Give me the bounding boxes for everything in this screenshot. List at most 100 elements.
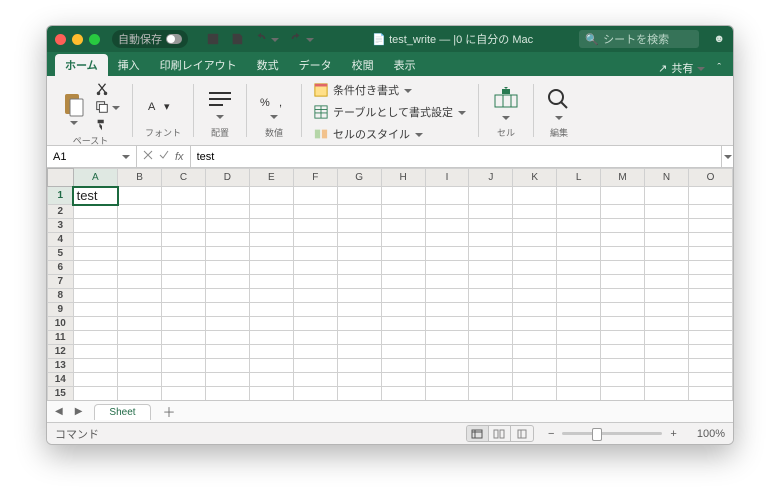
- cell[interactable]: [469, 219, 513, 233]
- tab-insert[interactable]: 挿入: [108, 54, 150, 76]
- cell[interactable]: [557, 373, 601, 387]
- col-header[interactable]: A: [73, 169, 118, 187]
- cell[interactable]: [557, 345, 601, 359]
- cell[interactable]: [205, 247, 249, 261]
- cell[interactable]: [249, 289, 293, 303]
- cell[interactable]: [645, 387, 689, 401]
- cell[interactable]: [557, 205, 601, 219]
- cell[interactable]: [381, 219, 425, 233]
- cell[interactable]: [337, 247, 381, 261]
- cell[interactable]: [557, 187, 601, 205]
- cell[interactable]: [381, 303, 425, 317]
- cell[interactable]: [469, 261, 513, 275]
- cell[interactable]: [381, 359, 425, 373]
- cell[interactable]: [381, 247, 425, 261]
- cell[interactable]: [118, 289, 162, 303]
- cell[interactable]: [337, 303, 381, 317]
- cell[interactable]: test: [73, 187, 118, 205]
- cell[interactable]: [162, 247, 206, 261]
- cell[interactable]: [513, 359, 557, 373]
- cell[interactable]: [73, 289, 118, 303]
- cell[interactable]: [645, 373, 689, 387]
- cell[interactable]: [205, 187, 249, 205]
- cell[interactable]: [73, 261, 118, 275]
- cancel-icon[interactable]: [143, 150, 153, 163]
- minimize-window-button[interactable]: [72, 34, 83, 45]
- fx-icon[interactable]: fx: [175, 151, 184, 163]
- cell[interactable]: [513, 387, 557, 401]
- cell[interactable]: [557, 247, 601, 261]
- row-header[interactable]: 4: [48, 233, 74, 247]
- cell[interactable]: [337, 205, 381, 219]
- cell[interactable]: [118, 331, 162, 345]
- cell[interactable]: [293, 187, 337, 205]
- cell[interactable]: [469, 275, 513, 289]
- row-header[interactable]: 13: [48, 359, 74, 373]
- cell[interactable]: [73, 233, 118, 247]
- cell[interactable]: [601, 289, 645, 303]
- col-header[interactable]: N: [645, 169, 689, 187]
- cell[interactable]: [425, 303, 469, 317]
- sheet-next-button[interactable]: ▶: [75, 406, 83, 417]
- cell[interactable]: [601, 247, 645, 261]
- cell[interactable]: [645, 275, 689, 289]
- cell[interactable]: [205, 205, 249, 219]
- feedback-smile-icon[interactable]: ☻: [713, 33, 725, 45]
- cell[interactable]: [162, 373, 206, 387]
- cell[interactable]: [469, 317, 513, 331]
- col-header[interactable]: H: [381, 169, 425, 187]
- col-header[interactable]: L: [557, 169, 601, 187]
- cell[interactable]: [337, 387, 381, 401]
- cell[interactable]: [337, 233, 381, 247]
- cell[interactable]: [601, 233, 645, 247]
- cell[interactable]: [118, 317, 162, 331]
- cell[interactable]: [601, 205, 645, 219]
- cell[interactable]: [162, 275, 206, 289]
- number-format-button[interactable]: %,: [259, 88, 289, 119]
- cell[interactable]: [118, 373, 162, 387]
- cell[interactable]: [688, 187, 732, 205]
- cell[interactable]: [469, 289, 513, 303]
- cell[interactable]: [425, 289, 469, 303]
- cell[interactable]: [293, 373, 337, 387]
- cell[interactable]: [118, 303, 162, 317]
- cell[interactable]: [557, 387, 601, 401]
- cell[interactable]: [205, 317, 249, 331]
- cell[interactable]: [645, 219, 689, 233]
- autosave-toggle[interactable]: 自動保存: [112, 30, 188, 48]
- cell[interactable]: [205, 289, 249, 303]
- cell[interactable]: [601, 187, 645, 205]
- cell[interactable]: [73, 359, 118, 373]
- cell[interactable]: [513, 205, 557, 219]
- cell[interactable]: [601, 219, 645, 233]
- cell[interactable]: [249, 233, 293, 247]
- search-box[interactable]: 🔍 シートを検索: [579, 30, 699, 48]
- cell[interactable]: [249, 303, 293, 317]
- cell[interactable]: [162, 303, 206, 317]
- col-header[interactable]: I: [425, 169, 469, 187]
- cell[interactable]: [337, 359, 381, 373]
- cell[interactable]: [425, 345, 469, 359]
- cell[interactable]: [688, 303, 732, 317]
- alignment-button[interactable]: [206, 88, 234, 119]
- cell[interactable]: [513, 247, 557, 261]
- cell[interactable]: [249, 219, 293, 233]
- cell[interactable]: [469, 303, 513, 317]
- cell[interactable]: [469, 345, 513, 359]
- cell[interactable]: [162, 359, 206, 373]
- cell[interactable]: [118, 261, 162, 275]
- tab-formulas[interactable]: 数式: [247, 54, 289, 76]
- zoom-in-button[interactable]: +: [670, 428, 676, 440]
- cell[interactable]: [293, 331, 337, 345]
- col-header[interactable]: B: [118, 169, 162, 187]
- cell[interactable]: [425, 187, 469, 205]
- cell[interactable]: [688, 373, 732, 387]
- conditional-formatting-button[interactable]: 条件付き書式: [314, 82, 466, 98]
- cell[interactable]: [425, 205, 469, 219]
- cell[interactable]: [293, 359, 337, 373]
- col-header[interactable]: J: [469, 169, 513, 187]
- cell[interactable]: [513, 345, 557, 359]
- cell[interactable]: [381, 345, 425, 359]
- col-header[interactable]: M: [601, 169, 645, 187]
- cell[interactable]: [513, 373, 557, 387]
